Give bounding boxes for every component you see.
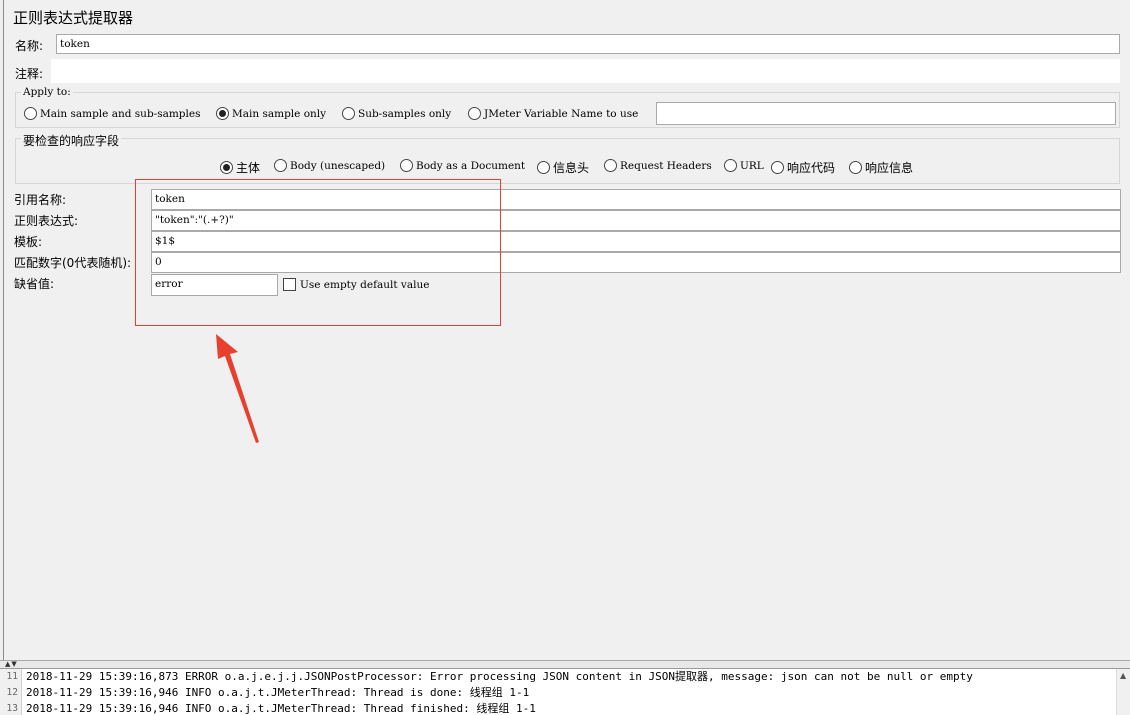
radio-label: Body as a Document (416, 159, 526, 172)
line-number: 13 (6, 703, 18, 714)
radio-label: JMeter Variable Name to use (484, 107, 639, 120)
splitter-arrows-icon[interactable]: ▲▼ (5, 660, 18, 668)
radio-icon (724, 159, 737, 172)
radio-url[interactable]: URL (724, 159, 764, 172)
radio-response-code[interactable]: 响应代码 (771, 159, 835, 176)
panel-left-border (3, 0, 4, 660)
radio-label: Main sample and sub-samples (40, 107, 201, 120)
template-label: 模板: (14, 235, 43, 249)
radio-main-and-sub[interactable]: Main sample and sub-samples (24, 107, 201, 120)
apply-to-legend: Apply to: (21, 86, 73, 98)
jmeter-variable-name-input[interactable] (656, 102, 1116, 125)
radio-label: 响应信息 (865, 161, 914, 175)
radio-icon (24, 107, 37, 120)
log-line: 2018-11-29 15:39:16,873 ERROR o.a.j.e.j.… (26, 670, 973, 683)
default-value-label: 缺省值: (14, 277, 55, 291)
name-label: 名称: (15, 39, 44, 53)
radio-label: Sub-samples only (358, 107, 452, 120)
radio-label: 响应代码 (787, 161, 836, 175)
ref-name-label: 引用名称: (14, 193, 67, 207)
radio-body-as-document[interactable]: Body as a Document (400, 159, 525, 172)
radio-label: 信息头 (553, 161, 590, 175)
arrow-shape (216, 334, 259, 443)
radio-body-unescaped[interactable]: Body (unescaped) (274, 159, 385, 172)
line-number: 12 (6, 687, 18, 698)
log-scrollbar[interactable]: ▲ (1116, 669, 1130, 715)
radio-icon (537, 161, 550, 174)
radio-body[interactable]: 主体 (220, 159, 260, 176)
radio-selected-icon (220, 161, 233, 174)
log-gutter: 11 12 13 (0, 669, 22, 715)
log-line: 2018-11-29 15:39:16,946 INFO o.a.j.t.JMe… (26, 686, 530, 699)
radio-main-only[interactable]: Main sample only (216, 107, 326, 120)
radio-icon (400, 159, 413, 172)
radio-icon (468, 107, 481, 120)
radio-label: Body (unescaped) (290, 159, 386, 172)
match-no-label: 匹配数字(0代表随机): (14, 256, 132, 270)
radio-selected-icon (216, 107, 229, 120)
radio-icon (604, 159, 617, 172)
radio-label: URL (740, 159, 764, 172)
annotation-highlight-box (135, 179, 501, 326)
log-panel: 11 12 13 2018-11-29 15:39:16,873 ERROR o… (0, 668, 1130, 715)
panel-title: 正则表达式提取器 (13, 9, 134, 27)
log-lines: 2018-11-29 15:39:16,873 ERROR o.a.j.e.j.… (26, 669, 973, 715)
radio-icon (274, 159, 287, 172)
annotation-arrow-icon (216, 334, 259, 443)
panel-splitter[interactable]: ▲▼ (0, 660, 1130, 668)
name-input[interactable]: token (56, 34, 1120, 54)
scroll-up-icon[interactable]: ▲ (1120, 671, 1126, 680)
comment-input[interactable] (51, 59, 1120, 83)
radio-sub-only[interactable]: Sub-samples only (342, 107, 451, 120)
radio-icon (771, 161, 784, 174)
radio-label: Request Headers (620, 159, 712, 172)
radio-label: Main sample only (232, 107, 327, 120)
radio-headers[interactable]: 信息头 (537, 159, 589, 176)
radio-icon (849, 161, 862, 174)
radio-jmeter-variable[interactable]: JMeter Variable Name to use (468, 107, 638, 120)
comment-label: 注释: (15, 67, 44, 81)
radio-request-headers[interactable]: Request Headers (604, 159, 712, 172)
response-field-legend: 要检查的响应字段 (21, 132, 122, 149)
radio-response-message[interactable]: 响应信息 (849, 159, 913, 176)
log-line: 2018-11-29 15:39:16,946 INFO o.a.j.t.JMe… (26, 702, 536, 715)
regex-label: 正则表达式: (14, 214, 79, 228)
radio-label: 主体 (236, 161, 261, 175)
radio-icon (342, 107, 355, 120)
line-number: 11 (6, 671, 18, 682)
